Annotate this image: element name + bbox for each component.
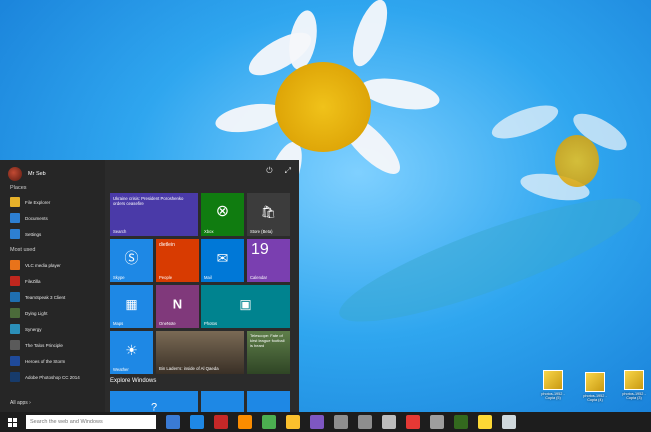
synergy-icon bbox=[10, 324, 20, 334]
taskbar: Search the web and Windows bbox=[0, 412, 651, 432]
app-talos-principle[interactable]: The Talos Principle bbox=[10, 339, 63, 351]
teamspeak-icon bbox=[10, 292, 20, 302]
onenote-icon: N bbox=[172, 296, 183, 312]
filezilla-icon bbox=[10, 276, 20, 286]
app-heroes-of-the-storm[interactable]: Heroes of the Storm bbox=[10, 355, 65, 367]
tile-get-started[interactable]: ? bbox=[110, 391, 198, 412]
tile-calendar[interactable]: 19 Calendar bbox=[247, 239, 290, 282]
taskbar-app-icon[interactable] bbox=[166, 415, 180, 429]
taskbar-app-icon[interactable] bbox=[358, 415, 372, 429]
tile-sports[interactable]: Telescope: Fate of kirst league football… bbox=[247, 331, 290, 374]
app-vlc[interactable]: VLC media player bbox=[10, 259, 61, 271]
start-top-controls: ⏻ ⤢ bbox=[266, 166, 291, 176]
power-icon[interactable]: ⏻ bbox=[266, 166, 272, 176]
image-file-icon bbox=[624, 370, 644, 390]
expand-icon[interactable]: ⤢ bbox=[285, 166, 291, 176]
documents-icon bbox=[10, 213, 20, 223]
tile-xbox[interactable]: ⊗ Xbox bbox=[201, 193, 244, 236]
all-apps-button[interactable]: All apps › bbox=[10, 400, 31, 406]
sun-icon: ☀ bbox=[125, 342, 138, 359]
desktop-icon[interactable]: photos-1952 - Copia (5) bbox=[536, 370, 570, 400]
vlc-icon bbox=[10, 260, 20, 270]
photoshop-icon bbox=[10, 372, 20, 382]
place-settings[interactable]: Settings bbox=[10, 228, 41, 240]
photos-icon: ▣ bbox=[239, 296, 252, 312]
tile-news[interactable]: Bin Laden's: inside of Al Qaeda bbox=[156, 331, 244, 374]
skype-icon: Ⓢ bbox=[124, 250, 139, 267]
image-file-icon bbox=[585, 372, 605, 392]
place-documents[interactable]: Documents bbox=[10, 212, 48, 224]
folder-icon bbox=[10, 197, 20, 207]
explore-windows-label: Explore Windows bbox=[110, 378, 157, 384]
image-file-icon bbox=[543, 370, 563, 390]
place-file-explorer[interactable]: File Explorer bbox=[10, 196, 50, 208]
app-teamspeak[interactable]: TeamSpeak 3 Client bbox=[10, 291, 65, 303]
tile-maps[interactable]: ▦ Maps bbox=[110, 285, 153, 328]
tile-mail[interactable]: ✉ Mail bbox=[201, 239, 244, 282]
taskbar-app-icon[interactable] bbox=[286, 415, 300, 429]
start-menu-left-column: Mr Seb Places File Explorer Documents Se… bbox=[0, 160, 105, 412]
tile-photos[interactable]: ▣ Photos bbox=[201, 285, 290, 328]
tile-weather[interactable]: ☀ Weather bbox=[110, 331, 153, 374]
tile-xbox-music[interactable] bbox=[201, 391, 244, 412]
taskbar-app-icon[interactable] bbox=[190, 415, 204, 429]
tile-store[interactable]: 🛍 Store (Beta) bbox=[247, 193, 290, 236]
app-filezilla[interactable]: FileZilla bbox=[10, 275, 41, 287]
tile-onenote[interactable]: N OneNote bbox=[156, 285, 199, 328]
help-icon: ? bbox=[150, 401, 158, 412]
taskbar-app-icon[interactable] bbox=[238, 415, 252, 429]
dying-light-icon bbox=[10, 308, 20, 318]
gear-icon bbox=[10, 229, 20, 239]
store-icon: 🛍 bbox=[260, 205, 277, 220]
app-photoshop[interactable]: Adobe Photoshop CC 2014 bbox=[10, 371, 80, 383]
taskbar-app-icon[interactable] bbox=[214, 415, 228, 429]
desktop-icon[interactable]: photos-1952 - Copia (3) bbox=[617, 370, 651, 400]
most-used-label: Most used bbox=[10, 247, 36, 253]
tile-search[interactable]: Ukraine crisis: President Poroshenko ord… bbox=[110, 193, 198, 236]
xbox-icon: ⊗ bbox=[215, 203, 230, 221]
start-menu: Mr Seb Places File Explorer Documents Se… bbox=[0, 160, 299, 412]
avatar bbox=[8, 167, 22, 181]
desktop-icon[interactable]: photos-1952 - Copia (4) bbox=[578, 372, 612, 402]
app-dying-light[interactable]: Dying Light bbox=[10, 307, 48, 319]
start-button[interactable] bbox=[2, 415, 22, 429]
taskbar-pinned-apps bbox=[166, 415, 516, 429]
tile-skype[interactable]: Ⓢ Skype bbox=[110, 239, 153, 282]
windows-logo-icon bbox=[7, 417, 17, 427]
taskbar-app-icon[interactable] bbox=[502, 415, 516, 429]
tile-people[interactable]: dietlein People bbox=[156, 239, 199, 282]
taskbar-app-icon[interactable] bbox=[406, 415, 420, 429]
taskbar-app-icon[interactable] bbox=[478, 415, 492, 429]
taskbar-app-icon[interactable] bbox=[454, 415, 468, 429]
map-icon: ▦ bbox=[125, 296, 138, 312]
talos-icon bbox=[10, 340, 20, 350]
taskbar-app-icon[interactable] bbox=[262, 415, 276, 429]
taskbar-search-input[interactable]: Search the web and Windows bbox=[26, 415, 156, 429]
taskbar-app-icon[interactable] bbox=[382, 415, 396, 429]
mail-icon: ✉ bbox=[216, 250, 229, 267]
user-account[interactable]: Mr Seb bbox=[8, 164, 46, 184]
taskbar-app-icon[interactable] bbox=[310, 415, 324, 429]
taskbar-app-icon[interactable] bbox=[430, 415, 444, 429]
taskbar-app-icon[interactable] bbox=[334, 415, 348, 429]
heroes-icon bbox=[10, 356, 20, 366]
places-label: Places bbox=[10, 185, 27, 191]
user-name: Mr Seb bbox=[28, 171, 46, 177]
app-synergy[interactable]: Synergy bbox=[10, 323, 42, 335]
tile-insider[interactable] bbox=[247, 391, 290, 412]
